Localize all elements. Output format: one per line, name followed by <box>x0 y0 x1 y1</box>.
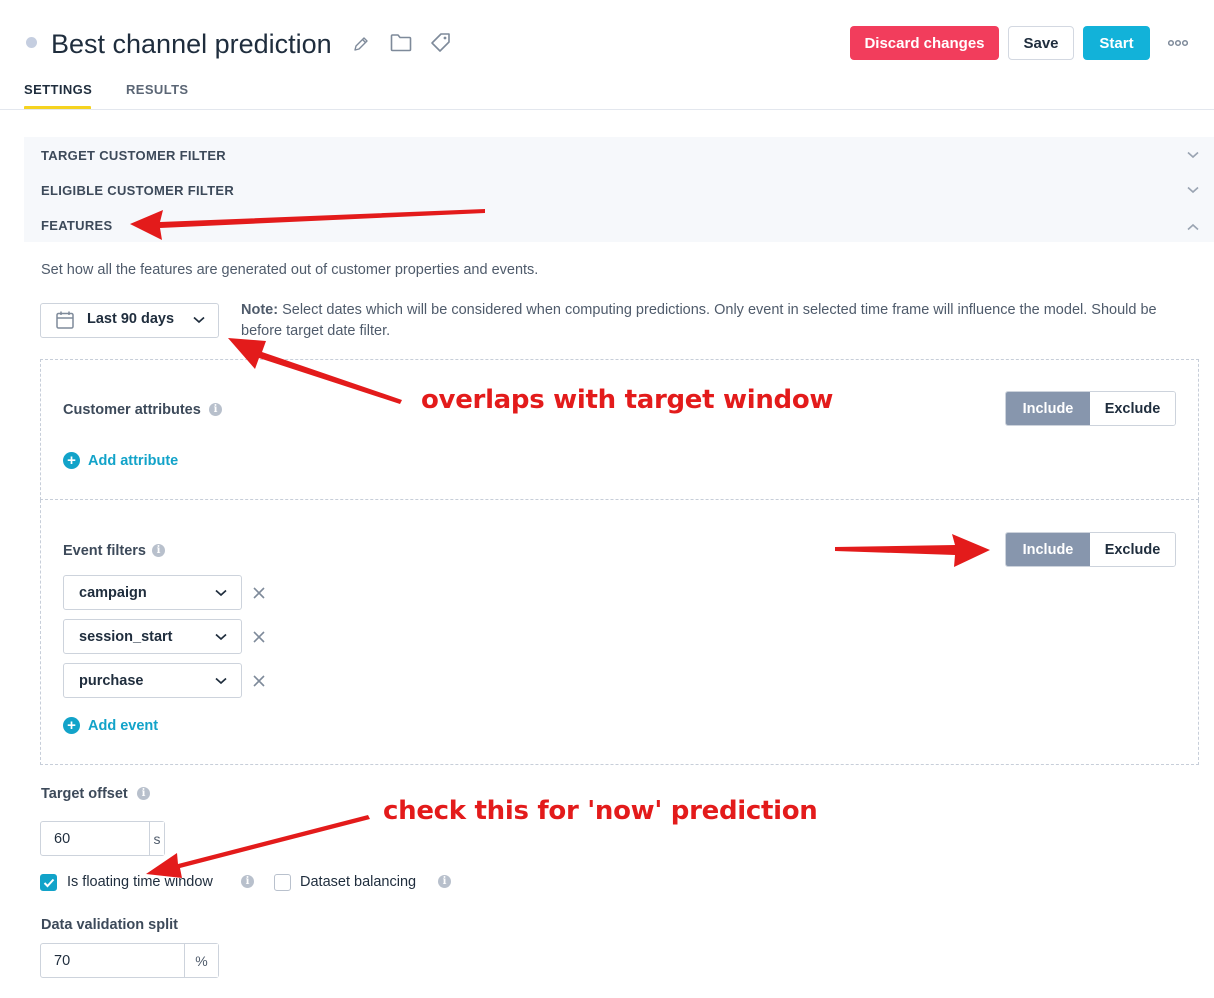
data-validation-split-value[interactable]: 70 <box>41 944 184 977</box>
exclude-button[interactable]: Exclude <box>1090 392 1175 425</box>
features-description: Set how all the features are generated o… <box>41 262 539 278</box>
data-validation-split-input[interactable]: 70 % <box>40 943 219 978</box>
annotation-overlap-text: overlaps with target window <box>421 385 834 415</box>
info-icon[interactable]: i <box>209 403 222 416</box>
status-dot <box>26 37 37 48</box>
plus-circle-icon: + <box>63 717 80 734</box>
save-button[interactable]: Save <box>1008 26 1074 60</box>
remove-event-icon[interactable] <box>251 629 267 645</box>
plus-circle-icon: + <box>63 452 80 469</box>
chevron-down-icon <box>192 313 206 327</box>
target-offset-label: Target offset <box>41 786 128 802</box>
discard-changes-button[interactable]: Discard changes <box>850 26 999 60</box>
chevron-down-icon[interactable] <box>1186 183 1200 197</box>
info-icon[interactable]: i <box>152 544 165 557</box>
exclude-button[interactable]: Exclude <box>1090 533 1175 566</box>
checkmark-icon <box>43 878 54 887</box>
target-offset-unit: s <box>149 822 164 855</box>
folder-icon[interactable] <box>389 31 413 53</box>
chevron-up-icon[interactable] <box>1186 220 1200 234</box>
dataset-balancing-label[interactable]: Dataset balancing <box>300 874 416 890</box>
add-event-label: Add event <box>88 717 159 734</box>
event-select-value: purchase <box>79 673 144 689</box>
include-button[interactable]: Include <box>1006 392 1090 425</box>
data-validation-split-unit: % <box>184 944 218 977</box>
info-icon[interactable]: i <box>438 875 451 888</box>
data-validation-split-label: Data validation split <box>41 917 178 933</box>
remove-event-icon[interactable] <box>251 673 267 689</box>
floating-time-window-checkbox[interactable] <box>40 874 57 891</box>
edit-pencil-icon[interactable] <box>351 34 371 54</box>
floating-time-window-label[interactable]: Is floating time window <box>67 874 213 890</box>
event-select-value: session_start <box>79 629 173 645</box>
info-icon[interactable]: i <box>137 787 150 800</box>
more-options-icon[interactable] <box>1164 30 1192 56</box>
annotation-now-text: check this for 'now' prediction <box>383 796 818 826</box>
customer-attributes-label: Customer attributes <box>63 402 201 418</box>
page-title: Best channel prediction <box>51 29 332 59</box>
accordion-features[interactable]: FEATURES <box>41 218 113 233</box>
chevron-down-icon <box>214 630 228 644</box>
customer-attributes-include-exclude: Include Exclude <box>1005 391 1176 426</box>
event-select-value: campaign <box>79 585 147 601</box>
accordion-eligible-customer-filter[interactable]: ELIGIBLE CUSTOMER FILTER <box>41 183 234 198</box>
annotation-arrow-checkbox <box>146 815 370 878</box>
include-button[interactable]: Include <box>1006 533 1090 566</box>
date-note: Note: Select dates which will be conside… <box>241 300 1171 342</box>
tag-icon[interactable] <box>429 31 451 53</box>
tab-settings[interactable]: SETTINGS <box>24 82 92 97</box>
accordion-target-customer-filter[interactable]: TARGET CUSTOMER FILTER <box>41 148 226 163</box>
event-filters-label: Event filters <box>63 543 146 559</box>
remove-event-icon[interactable] <box>251 585 267 601</box>
calendar-icon <box>55 310 75 330</box>
tab-results[interactable]: RESULTS <box>126 82 189 97</box>
chevron-down-icon <box>214 674 228 688</box>
target-offset-input[interactable]: 60 s <box>40 821 165 856</box>
chevron-down-icon <box>214 586 228 600</box>
add-event-button[interactable]: + Add event <box>63 717 158 734</box>
tabs-divider <box>0 109 1214 110</box>
start-button[interactable]: Start <box>1083 26 1150 60</box>
target-offset-value[interactable]: 60 <box>41 822 149 855</box>
event-filters-include-exclude: Include Exclude <box>1005 532 1176 567</box>
chevron-down-icon[interactable] <box>1186 148 1200 162</box>
note-text: Select dates which will be considered wh… <box>241 302 1157 339</box>
add-attribute-button[interactable]: + Add attribute <box>63 452 178 469</box>
add-attribute-label: Add attribute <box>88 452 179 469</box>
dataset-balancing-checkbox[interactable] <box>274 874 291 891</box>
note-label: Note: <box>241 302 279 318</box>
customer-attributes-section <box>40 359 1199 500</box>
info-icon[interactable]: i <box>241 875 254 888</box>
date-range-value: Last 90 days <box>87 311 175 327</box>
